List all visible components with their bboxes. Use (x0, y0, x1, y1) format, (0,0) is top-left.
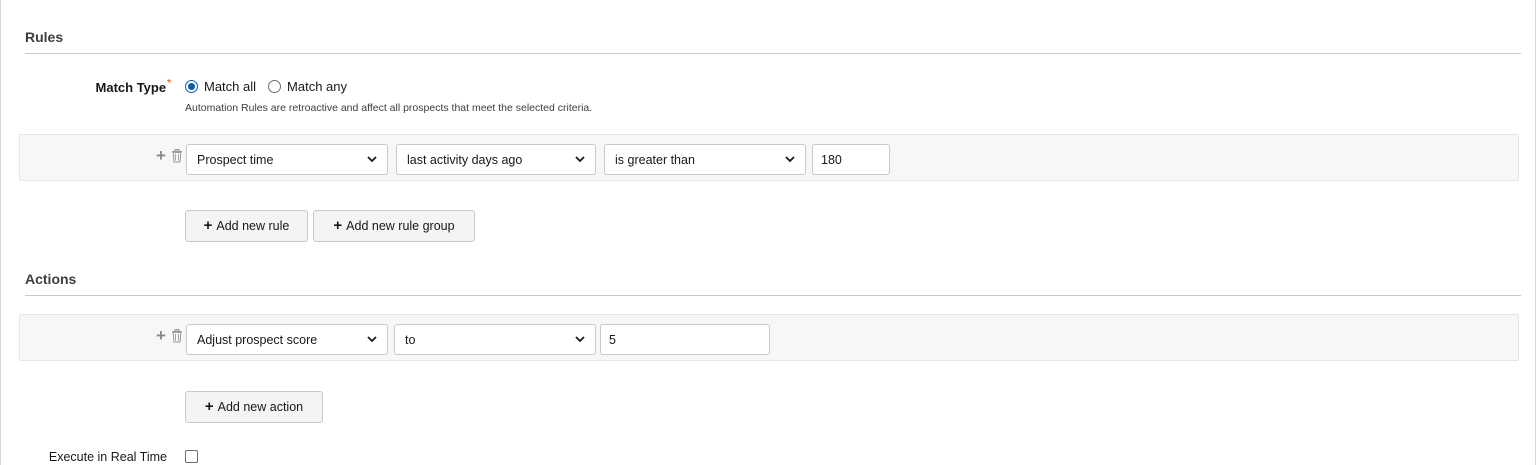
rule-field-select[interactable]: Prospect time (186, 144, 388, 175)
match-all-radio[interactable] (185, 80, 198, 93)
rules-section-title: Rules (25, 29, 64, 45)
plus-icon: + (204, 398, 214, 415)
chevron-down-icon (575, 336, 585, 343)
plus-icon: + (203, 217, 213, 234)
rule-attribute-value: last activity days ago (407, 152, 523, 167)
action-mode-value: to (405, 332, 416, 347)
execute-real-time-checkbox[interactable] (185, 450, 198, 463)
match-type-label-text: Match Type (95, 80, 167, 95)
plus-icon[interactable]: + (155, 327, 167, 344)
action-row: + Adjust prospect score to (19, 314, 1519, 361)
add-new-rule-label: Add new rule (216, 219, 290, 233)
trash-icon[interactable] (171, 149, 183, 163)
match-all-label[interactable]: Match all (204, 79, 256, 94)
match-type-label: Match Type* (1, 78, 171, 95)
execute-real-time-label: Execute in Real Time (48, 450, 167, 464)
match-any-radio[interactable] (268, 80, 282, 93)
chevron-down-icon (575, 156, 585, 163)
action-value-input[interactable] (600, 324, 770, 355)
rule-attribute-select[interactable]: last activity days ago (396, 144, 596, 175)
add-new-action-button[interactable]: + Add new action (185, 391, 323, 423)
rule-operator-select[interactable]: is greater than (604, 144, 806, 175)
retroactive-help-text: Automation Rules are retroactive and aff… (185, 102, 593, 114)
rule-row-controls: + (155, 147, 183, 164)
automation-rule-form: Rules Match Type* Match all Match any Au… (0, 0, 1536, 465)
chevron-down-icon (367, 156, 377, 163)
action-type-select[interactable]: Adjust prospect score (186, 324, 388, 355)
plus-icon: + (333, 217, 343, 234)
action-type-value: Adjust prospect score (197, 332, 318, 347)
add-new-action-label: Add new action (217, 400, 304, 414)
trash-icon[interactable] (171, 329, 183, 343)
plus-icon[interactable]: + (155, 147, 167, 164)
action-row-controls: + (155, 327, 183, 344)
chevron-down-icon (367, 336, 377, 343)
action-mode-select[interactable]: to (394, 324, 596, 355)
rules-divider (25, 53, 1521, 54)
chevron-down-icon (785, 156, 795, 163)
rule-field-value: Prospect time (197, 152, 274, 167)
match-any-label[interactable]: Match any (287, 79, 347, 94)
rule-operator-value: is greater than (615, 152, 695, 167)
match-type-radio-group: Match all Match any (185, 79, 353, 94)
rule-value-input[interactable] (812, 144, 890, 175)
add-new-rule-button[interactable]: + Add new rule (185, 210, 308, 242)
rule-row: + Prospect time last activity days ago i… (19, 134, 1519, 181)
required-marker: * (167, 78, 171, 89)
add-new-rule-group-label: Add new rule group (346, 219, 455, 233)
actions-section-title: Actions (25, 271, 77, 287)
actions-divider (25, 295, 1521, 296)
add-new-rule-group-button[interactable]: + Add new rule group (313, 210, 475, 242)
